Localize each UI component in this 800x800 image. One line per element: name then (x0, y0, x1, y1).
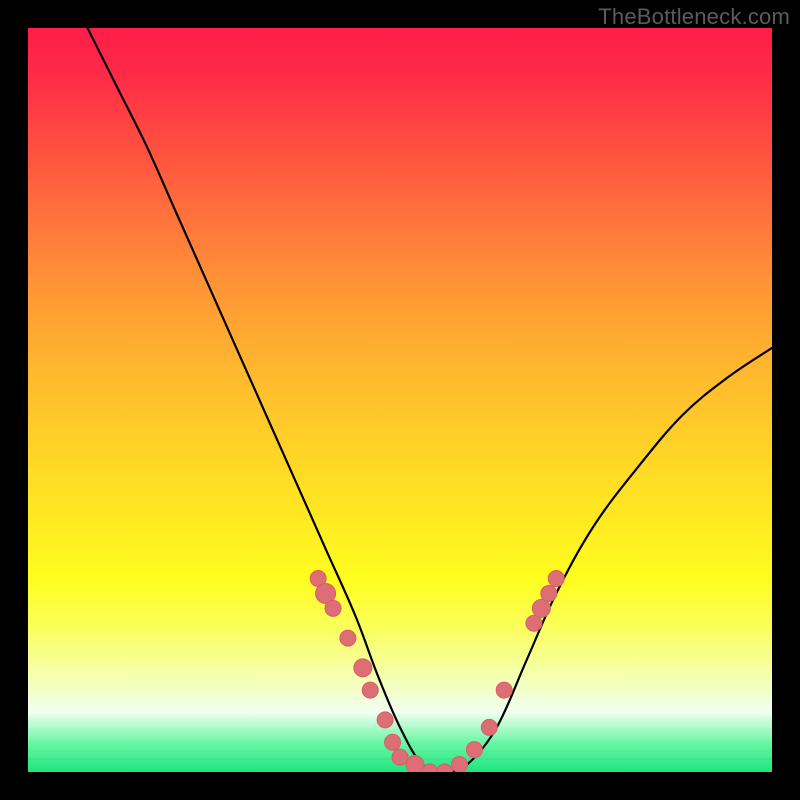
chart-frame: TheBottleneck.com (0, 0, 800, 800)
data-point (481, 719, 497, 735)
data-point (452, 757, 468, 772)
data-point (325, 600, 341, 616)
data-point (385, 734, 401, 750)
data-point (548, 571, 564, 587)
data-point (466, 742, 482, 758)
data-point (541, 585, 557, 601)
watermark-text: TheBottleneck.com (598, 4, 790, 30)
data-point (496, 682, 512, 698)
data-point (340, 630, 356, 646)
data-point (532, 599, 550, 617)
data-point (377, 712, 393, 728)
bottleneck-curve (88, 28, 772, 772)
data-point (437, 764, 453, 772)
data-point (354, 659, 372, 677)
data-point (362, 682, 378, 698)
curve-svg (28, 28, 772, 772)
data-point (406, 756, 424, 772)
plot-area (28, 28, 772, 772)
